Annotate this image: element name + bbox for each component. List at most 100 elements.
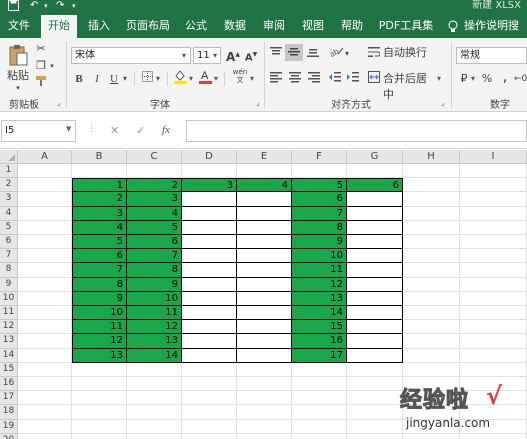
font-color-icon[interactable]: A xyxy=(198,69,212,89)
cell-g8[interactable] xyxy=(347,263,403,278)
underline-dropdown-icon[interactable]: ▾ xyxy=(123,71,127,86)
format-painter-icon[interactable] xyxy=(34,75,48,92)
undo-icon[interactable]: ↶ xyxy=(30,0,38,13)
tab-review[interactable]: 审阅 xyxy=(258,13,290,38)
cell-e8[interactable] xyxy=(237,263,292,278)
underline-button[interactable]: U xyxy=(108,71,120,87)
cell-f10[interactable]: 13 xyxy=(292,291,347,306)
cell-g4[interactable] xyxy=(347,206,403,221)
row-header-9[interactable]: 9 xyxy=(0,277,18,292)
number-format-select[interactable]: 常规 xyxy=(456,47,527,64)
paste-dropdown-icon[interactable]: ▾ xyxy=(13,80,23,96)
borders-icon[interactable] xyxy=(140,71,154,87)
increase-decimal-icon[interactable]: ←0 xyxy=(514,71,527,87)
cell-b2[interactable]: 1 xyxy=(72,178,127,193)
merge-dropdown-icon[interactable]: ▾ xyxy=(437,71,441,86)
tab-help[interactable]: 帮助 xyxy=(336,13,368,38)
cell-g14[interactable] xyxy=(347,348,403,363)
row-header-5[interactable]: 5 xyxy=(0,220,18,235)
cell-c6[interactable]: 6 xyxy=(127,235,182,250)
tell-me-search[interactable]: 操作说明搜索 xyxy=(464,13,526,57)
cell-b12[interactable]: 11 xyxy=(72,320,127,335)
cell-g9[interactable] xyxy=(347,277,403,292)
cell-f3[interactable]: 6 xyxy=(292,192,347,207)
cell-e4[interactable] xyxy=(237,206,292,221)
row-header-1[interactable]: 1 xyxy=(0,164,18,179)
cell-c8[interactable]: 8 xyxy=(127,263,182,278)
currency-icon[interactable]: ₽ xyxy=(457,71,471,87)
select-all-corner[interactable] xyxy=(0,150,18,164)
align-center-icon[interactable] xyxy=(287,71,303,88)
cell-f2[interactable]: 5 xyxy=(292,178,347,193)
cell-c4[interactable]: 4 xyxy=(127,206,182,221)
cell-c14[interactable]: 14 xyxy=(127,348,182,363)
cell-f4[interactable]: 7 xyxy=(292,206,347,221)
cell-g6[interactable] xyxy=(347,235,403,250)
clipboard-launcher-icon[interactable]: ⌟ xyxy=(57,98,61,107)
cell-f12[interactable]: 15 xyxy=(292,320,347,335)
font-name-select[interactable]: 宋体 xyxy=(71,47,191,64)
cell-d11[interactable] xyxy=(182,306,237,321)
cell-c5[interactable]: 5 xyxy=(127,220,182,235)
cell-e5[interactable] xyxy=(237,220,292,235)
cut-icon[interactable]: ✂ xyxy=(34,41,48,57)
orientation-icon[interactable]: ab xyxy=(328,45,345,62)
formula-input[interactable] xyxy=(186,120,527,142)
tab-view[interactable]: 视图 xyxy=(297,13,329,38)
align-middle-icon[interactable] xyxy=(285,44,303,61)
enter-icon[interactable]: ✓ xyxy=(136,124,145,137)
cell-g2[interactable]: 6 xyxy=(347,178,403,193)
cell-e14[interactable] xyxy=(237,348,292,363)
cell-d3[interactable] xyxy=(182,192,237,207)
row-header-18[interactable]: 18 xyxy=(0,405,18,420)
cell-b11[interactable]: 10 xyxy=(72,306,127,321)
customize-qa-icon[interactable]: ▾ xyxy=(72,0,76,13)
font-launcher-icon[interactable]: ⌟ xyxy=(256,98,260,107)
cell-d4[interactable] xyxy=(182,206,237,221)
column-header-e[interactable]: E xyxy=(237,150,292,164)
cell-e12[interactable] xyxy=(237,320,292,335)
cell-b14[interactable]: 13 xyxy=(72,348,127,363)
redo-icon[interactable]: ↷ xyxy=(56,0,64,13)
copy-icon[interactable]: ❐ xyxy=(34,58,48,74)
cell-g12[interactable] xyxy=(347,320,403,335)
merge-center-button[interactable]: 合并后居中 xyxy=(383,71,435,103)
cell-c2[interactable]: 2 xyxy=(127,178,182,193)
cell-e9[interactable] xyxy=(237,277,292,292)
cell-f5[interactable]: 8 xyxy=(292,220,347,235)
cell-f8[interactable]: 11 xyxy=(292,263,347,278)
cell-e7[interactable] xyxy=(237,249,292,264)
row-header-15[interactable]: 15 xyxy=(0,362,18,377)
cell-b6[interactable]: 5 xyxy=(72,235,127,250)
decrease-indent-icon[interactable] xyxy=(328,71,342,88)
tab-home[interactable]: 开始 xyxy=(41,13,77,38)
cell-g10[interactable] xyxy=(347,291,403,306)
cell-e13[interactable] xyxy=(237,334,292,349)
cell-d14[interactable] xyxy=(182,348,237,363)
cell-c7[interactable]: 7 xyxy=(127,249,182,264)
cell-c13[interactable]: 13 xyxy=(127,334,182,349)
font-color-dropdown-icon[interactable]: ▾ xyxy=(214,71,218,86)
tab-formulas[interactable]: 公式 xyxy=(180,13,212,38)
row-header-8[interactable]: 8 xyxy=(0,263,18,278)
column-header-g[interactable]: G xyxy=(347,150,403,164)
row-header-3[interactable]: 3 xyxy=(0,192,18,207)
cell-d6[interactable] xyxy=(182,235,237,250)
cell-d5[interactable] xyxy=(182,220,237,235)
cell-e6[interactable] xyxy=(237,235,292,250)
increase-indent-icon[interactable] xyxy=(346,71,360,88)
column-header-d[interactable]: D xyxy=(182,150,237,164)
row-header-17[interactable]: 17 xyxy=(0,391,18,406)
alignment-launcher-icon[interactable]: ⌟ xyxy=(441,98,445,107)
orientation-dropdown-icon[interactable]: ▾ xyxy=(345,46,349,61)
name-box[interactable]: I5 xyxy=(1,120,76,142)
cell-c10[interactable]: 10 xyxy=(127,291,182,306)
tab-page-layout[interactable]: 页面布局 xyxy=(121,13,175,38)
paste-icon[interactable] xyxy=(6,44,30,68)
cell-c12[interactable]: 12 xyxy=(127,320,182,335)
chevron-down-icon[interactable]: ▼ xyxy=(66,125,71,133)
row-header-2[interactable]: 2 xyxy=(0,178,18,193)
cell-e2[interactable]: 4 xyxy=(237,178,292,193)
merge-center-icon[interactable] xyxy=(368,71,380,88)
row-header-6[interactable]: 6 xyxy=(0,235,18,250)
